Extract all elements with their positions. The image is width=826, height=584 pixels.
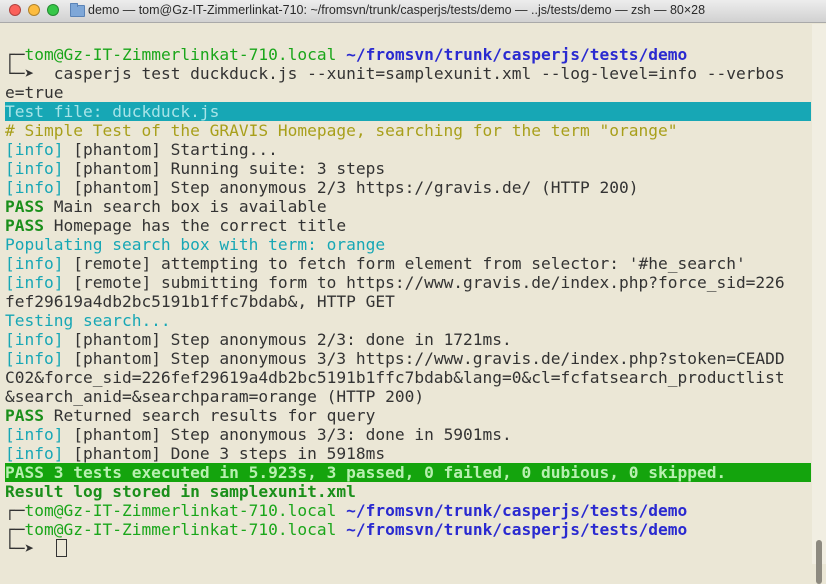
test-comment: # Simple Test of the GRAVIS Homepage, se… xyxy=(5,121,678,140)
info-tag: [info] xyxy=(5,140,64,159)
log-message: [phantom] Done 3 steps in 5918ms xyxy=(63,444,386,463)
log-line-header: Test file: duckduck.js xyxy=(5,102,811,121)
log-message: C02&force_sid=226fef29619a4db2bc5191b1ff… xyxy=(5,368,785,387)
prompt-userhost: tom@Gz-IT-Zimmerlinkat-710.local xyxy=(24,520,337,539)
window-title: demo — tom@Gz-IT-Zimmerlinkat-710: ~/fro… xyxy=(88,3,706,17)
log-message: [remote] submitting form to https://www.… xyxy=(63,273,785,292)
log-line-summary: PASS 3 tests executed in 5.923s, 3 passe… xyxy=(5,463,811,482)
log-line-plain: C02&force_sid=226fef29619a4db2bc5191b1ff… xyxy=(5,368,811,387)
step-message: Populating search box with term: orange xyxy=(5,235,386,254)
result-message: Result log stored in samplexunit.xml xyxy=(5,482,356,501)
command-line-continuation: e=true xyxy=(5,83,811,102)
prompt-arrow-icon: └─➤ xyxy=(5,539,35,558)
zoom-button[interactable] xyxy=(47,4,59,16)
log-message: Returned search results for query xyxy=(43,406,376,425)
command-text: casperjs test duckduck.js --xunit=sample… xyxy=(34,64,785,83)
prompt-corner: ┌─ xyxy=(5,501,25,520)
title-bar[interactable]: demo — tom@Gz-IT-Zimmerlinkat-710: ~/fro… xyxy=(0,0,826,23)
info-tag: [info] xyxy=(5,254,64,273)
log-message: Homepage has the correct title xyxy=(43,216,347,235)
log-line-result: Result log stored in samplexunit.xml xyxy=(5,482,811,501)
log-line-pass: PASS Main search box is available xyxy=(5,197,811,216)
log-output: Test file: duckduck.js # Simple Test of t… xyxy=(5,102,811,501)
prompt-arrow-icon: └─➤ xyxy=(5,64,35,83)
log-message: &search_anid=&searchparam=orange (HTTP 2… xyxy=(5,387,425,406)
info-tag: [info] xyxy=(5,425,64,444)
minimize-button[interactable] xyxy=(28,4,40,16)
prompt-line: ┌─tom@Gz-IT-Zimmerlinkat-710.local ~/fro… xyxy=(5,520,811,539)
pass-tag: PASS xyxy=(5,406,44,425)
prompt-userhost: tom@Gz-IT-Zimmerlinkat-710.local xyxy=(24,45,337,64)
log-line-info: [info] [phantom] Done 3 steps in 5918ms xyxy=(5,444,811,463)
prompt-corner: ┌─ xyxy=(5,520,25,539)
step-message: Testing search... xyxy=(5,311,171,330)
log-line-plain: fef29619a4db2bc5191b1ffc7bdab&, HTTP GET xyxy=(5,292,811,311)
log-line-plain: &search_anid=&searchparam=orange (HTTP 2… xyxy=(5,387,811,406)
prompt-path: ~/fromsvn/trunk/casperjs/tests/demo xyxy=(346,45,688,64)
test-summary: PASS 3 tests executed in 5.923s, 3 passe… xyxy=(5,463,736,482)
info-tag: [info] xyxy=(5,349,64,368)
terminal-output[interactable]: ┌─tom@Gz-IT-Zimmerlinkat-710.local ~/fro… xyxy=(5,26,811,562)
scrollbar[interactable] xyxy=(812,24,826,584)
log-line-pass: PASS Homepage has the correct title xyxy=(5,216,811,235)
log-line-comment: # Simple Test of the GRAVIS Homepage, se… xyxy=(5,121,811,140)
info-tag: [info] xyxy=(5,330,64,349)
log-line-info: [info] [phantom] Running suite: 3 steps xyxy=(5,159,811,178)
log-message: [phantom] Step anonymous 3/3 https://www… xyxy=(63,349,785,368)
info-tag: [info] xyxy=(5,273,64,292)
log-line-info: [info] [remote] submitting form to https… xyxy=(5,273,811,292)
folder-icon xyxy=(70,3,85,17)
prompt-userhost: tom@Gz-IT-Zimmerlinkat-710.local xyxy=(24,501,337,520)
info-tag: [info] xyxy=(5,178,64,197)
prompt-line: ┌─tom@Gz-IT-Zimmerlinkat-710.local ~/fro… xyxy=(5,45,811,64)
log-message: Main search box is available xyxy=(43,197,327,216)
pass-tag: PASS xyxy=(5,197,44,216)
log-message: [phantom] Step anonymous 2/3: done in 17… xyxy=(63,330,512,349)
prompt-path: ~/fromsvn/trunk/casperjs/tests/demo xyxy=(346,520,688,539)
prompt-corner: ┌─ xyxy=(5,45,25,64)
log-line-info: [info] [phantom] Step anonymous 3/3: don… xyxy=(5,425,811,444)
prompt-line: ┌─tom@Gz-IT-Zimmerlinkat-710.local ~/fro… xyxy=(5,501,811,520)
input-line[interactable]: └─➤ xyxy=(5,539,811,558)
log-message: [phantom] Step anonymous 2/3 https://gra… xyxy=(63,178,639,197)
info-tag: [info] xyxy=(5,159,64,178)
log-line-info: [info] [phantom] Step anonymous 3/3 http… xyxy=(5,349,811,368)
log-line-info: [info] [phantom] Step anonymous 2/3 http… xyxy=(5,178,811,197)
log-message: fef29619a4db2bc5191b1ffc7bdab&, HTTP GET xyxy=(5,292,395,311)
pass-tag: PASS xyxy=(5,216,44,235)
log-line-pass: PASS Returned search results for query xyxy=(5,406,811,425)
log-line-info: [info] [remote] attempting to fetch form… xyxy=(5,254,811,273)
log-message: [phantom] Step anonymous 3/3: done in 59… xyxy=(63,425,512,444)
log-message: [remote] attempting to fetch form elemen… xyxy=(63,254,746,273)
command-text-cont: e=true xyxy=(5,83,64,102)
test-file-header: Test file: duckduck.js xyxy=(5,102,220,121)
command-line: └─➤ casperjs test duckduck.js --xunit=sa… xyxy=(5,64,811,83)
log-line-info: [info] [phantom] Step anonymous 2/3: don… xyxy=(5,330,811,349)
log-line-info: [info] [phantom] Starting... xyxy=(5,140,811,159)
terminal-window: demo — tom@Gz-IT-Zimmerlinkat-710: ~/fro… xyxy=(0,0,826,584)
log-line-cyan: Testing search... xyxy=(5,311,811,330)
text-cursor xyxy=(55,539,67,557)
info-tag: [info] xyxy=(5,444,64,463)
scrollbar-thumb[interactable] xyxy=(816,540,822,584)
prompt-path: ~/fromsvn/trunk/casperjs/tests/demo xyxy=(346,501,688,520)
log-message: [phantom] Running suite: 3 steps xyxy=(63,159,386,178)
log-line-cyan: Populating search box with term: orange xyxy=(5,235,811,254)
log-message: [phantom] Starting... xyxy=(63,140,278,159)
close-button[interactable] xyxy=(9,4,21,16)
